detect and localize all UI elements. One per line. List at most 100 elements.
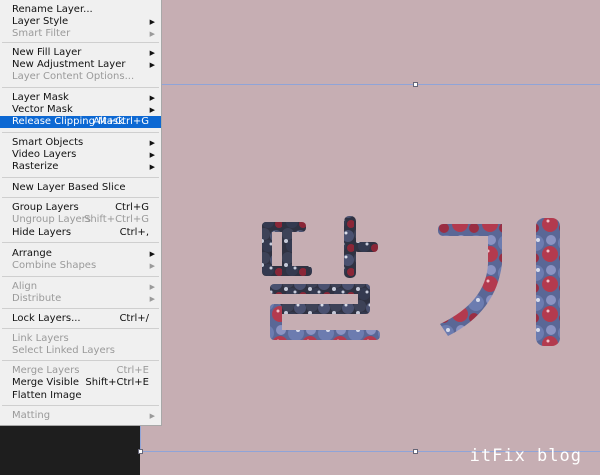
menu-separator: [2, 132, 159, 133]
menu-item-label: New Layer Based Slice: [12, 182, 126, 193]
glyph-stroke: [270, 330, 380, 340]
transform-handle-top[interactable]: [413, 82, 418, 87]
menu-item-label: Hide Layers: [12, 227, 72, 238]
transform-handle-bottom[interactable]: [413, 449, 418, 454]
menu-item-hide-layers[interactable]: Hide Layers Ctrl+,: [0, 227, 161, 239]
menu-item-shortcut: Ctrl+/: [119, 313, 149, 324]
glyph-stroke: [354, 242, 378, 252]
menu-item-distribute[interactable]: Distribute ▶: [0, 293, 161, 305]
menu-item-label: Select Linked Layers: [12, 345, 115, 356]
menu-item-matting[interactable]: Matting ▶: [0, 410, 161, 422]
menu-item-layer-mask[interactable]: Layer Mask ▶: [0, 92, 161, 104]
submenu-arrow-icon: ▶: [149, 295, 155, 303]
menu-item-label: Smart Filter: [12, 28, 71, 39]
menu-item-select-linked-layers[interactable]: Select Linked Layers: [0, 345, 161, 357]
submenu-arrow-icon: ▶: [149, 18, 155, 26]
menu-item-shortcut: Alt+Ctrl+G: [93, 116, 149, 127]
menu-item-smart-objects[interactable]: Smart Objects ▶: [0, 137, 161, 149]
submenu-arrow-icon: ▶: [149, 412, 155, 420]
menu-item-new-adjustment-layer[interactable]: New Adjustment Layer ▶: [0, 59, 161, 71]
menu-item-label: New Fill Layer: [12, 47, 82, 58]
menu-item-layer-style[interactable]: Layer Style ▶: [0, 16, 161, 28]
submenu-arrow-icon: ▶: [149, 250, 155, 258]
menu-item-video-layers[interactable]: Video Layers ▶: [0, 149, 161, 161]
menu-separator: [2, 242, 159, 243]
transform-handle-bottom-left[interactable]: [138, 449, 143, 454]
menu-item-label: Link Layers: [12, 333, 69, 344]
bounding-box-top-edge: [162, 84, 600, 85]
submenu-arrow-icon: ▶: [149, 106, 155, 114]
menu-separator: [2, 177, 159, 178]
menu-item-label: Align: [12, 281, 38, 292]
menu-item-label: Distribute: [12, 293, 62, 304]
menu-item-ungroup-layers[interactable]: Ungroup Layers Shift+Ctrl+G: [0, 214, 161, 226]
menu-item-label: Combine Shapes: [12, 260, 97, 271]
menu-item-label: Rasterize: [12, 161, 59, 172]
submenu-arrow-icon: ▶: [149, 139, 155, 147]
menu-item-label: Arrange: [12, 248, 52, 259]
menu-separator: [2, 328, 159, 329]
menu-item-group-layers[interactable]: Group Layers Ctrl+G: [0, 202, 161, 214]
bounding-box-left-edge: [140, 425, 141, 451]
menu-item-new-layer-based-slice[interactable]: New Layer Based Slice: [0, 182, 161, 194]
menu-item-rasterize[interactable]: Rasterize ▶: [0, 161, 161, 173]
menu-item-lock-layers[interactable]: Lock Layers... Ctrl+/: [0, 313, 161, 325]
menu-item-shortcut: Ctrl+,: [119, 227, 149, 238]
menu-separator: [2, 360, 159, 361]
glyph-stroke: [440, 224, 502, 336]
menu-item-label: Vector Mask: [12, 104, 73, 115]
menu-separator: [2, 87, 159, 88]
menu-item-label: Ungroup Layers: [12, 214, 91, 225]
menu-item-merge-layers[interactable]: Merge Layers Ctrl+E: [0, 365, 161, 377]
menu-item-label: Lock Layers...: [12, 313, 81, 324]
menu-item-label: Layer Style: [12, 16, 69, 27]
submenu-arrow-icon: ▶: [149, 49, 155, 57]
menu-item-flatten-image[interactable]: Flatten Image: [0, 390, 161, 402]
menu-item-shortcut: Ctrl+G: [115, 202, 149, 213]
glyph-stroke: [270, 304, 370, 314]
menu-item-merge-visible[interactable]: Merge Visible Shift+Ctrl+E: [0, 377, 161, 389]
menu-separator: [2, 308, 159, 309]
menu-item-shortcut: Shift+Ctrl+E: [85, 377, 149, 388]
glyph-stroke: [270, 284, 370, 294]
menu-item-label: Layer Content Options...: [12, 71, 135, 82]
menu-item-layer-content-options[interactable]: Layer Content Options...: [0, 71, 161, 83]
menu-item-vector-mask[interactable]: Vector Mask ▶: [0, 104, 161, 116]
submenu-arrow-icon: ▶: [149, 283, 155, 291]
menu-item-label: New Adjustment Layer: [12, 59, 126, 70]
menu-separator: [2, 197, 159, 198]
menu-item-link-layers[interactable]: Link Layers: [0, 333, 161, 345]
menu-item-label: Flatten Image: [12, 390, 82, 401]
menu-item-label: Merge Visible: [12, 377, 80, 388]
menu-item-new-fill-layer[interactable]: New Fill Layer ▶: [0, 47, 161, 59]
clipped-berry-text-layer[interactable]: [258, 204, 578, 354]
menu-separator: [2, 276, 159, 277]
menu-item-align[interactable]: Align ▶: [0, 281, 161, 293]
menu-item-combine-shapes[interactable]: Combine Shapes ▶: [0, 260, 161, 272]
submenu-arrow-icon: ▶: [149, 61, 155, 69]
menu-item-label: Layer Mask: [12, 92, 69, 103]
menu-item-shortcut: Ctrl+E: [116, 365, 150, 376]
submenu-arrow-icon: ▶: [149, 94, 155, 102]
menu-item-label: Video Layers: [12, 149, 77, 160]
menu-item-rename-layer[interactable]: Rename Layer...: [0, 4, 161, 16]
watermark-text: itFix blog: [469, 446, 582, 466]
layer-menu: Rename Layer... Layer Style ▶ Smart Filter ▶…: [0, 0, 162, 426]
menu-item-label: Rename Layer...: [12, 4, 93, 15]
menu-item-label: Merge Layers: [12, 365, 80, 376]
menu-item-smart-filter[interactable]: Smart Filter ▶: [0, 28, 161, 40]
menu-item-arrange[interactable]: Arrange ▶: [0, 248, 161, 260]
submenu-arrow-icon: ▶: [149, 262, 155, 270]
glyph-stroke: [536, 218, 560, 346]
submenu-arrow-icon: ▶: [149, 151, 155, 159]
submenu-arrow-icon: ▶: [149, 163, 155, 171]
menu-item-label: Smart Objects: [12, 137, 84, 148]
menu-separator: [2, 405, 159, 406]
menu-separator: [2, 42, 159, 43]
menu-item-label: Group Layers: [12, 202, 79, 213]
menu-item-shortcut: Shift+Ctrl+G: [83, 214, 149, 225]
submenu-arrow-icon: ▶: [149, 30, 155, 38]
menu-item-label: Matting: [12, 410, 51, 421]
menu-item-release-clipping-mask[interactable]: Release Clipping Mask Alt+Ctrl+G: [0, 116, 161, 128]
workspace-background: [0, 425, 140, 475]
